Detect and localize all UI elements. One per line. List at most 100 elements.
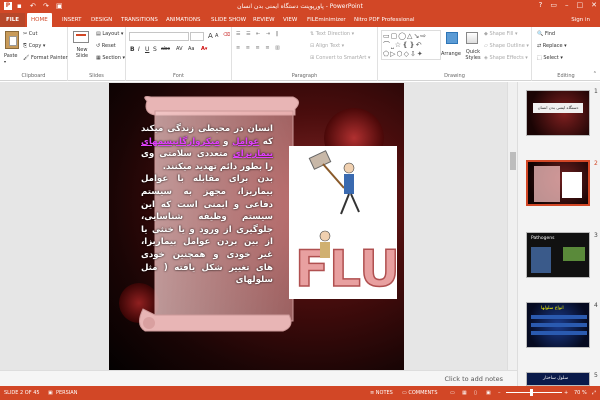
- smartart-label: Convert to SmartArt: [315, 55, 367, 61]
- shadow-button[interactable]: S: [153, 46, 157, 53]
- font-name-select[interactable]: [129, 32, 189, 41]
- italic-button[interactable]: I: [138, 46, 140, 53]
- notes-pane[interactable]: Click to add notes: [0, 370, 517, 386]
- tab-review[interactable]: REVIEW: [249, 13, 279, 27]
- normal-view-icon[interactable]: ▭: [450, 390, 455, 396]
- text-direction-button[interactable]: ⇅ Text Direction ▾: [310, 31, 354, 37]
- slide-counter: SLIDE 2 OF 45: [4, 390, 40, 396]
- comments-label: COMMENTS: [408, 390, 438, 396]
- collapse-ribbon-icon[interactable]: ⌃: [593, 71, 597, 77]
- tab-fileminimizer[interactable]: FILEminimizer: [303, 13, 350, 27]
- shape-outline-button[interactable]: ▱ Shape Outline ▾: [484, 43, 529, 49]
- grow-font-button[interactable]: A: [208, 32, 213, 40]
- slide-thumbnail-5[interactable]: سلول ساختار: [526, 372, 590, 386]
- help-icon[interactable]: ?: [539, 1, 543, 9]
- replace-label: Replace: [542, 43, 563, 49]
- font-color-icon[interactable]: A▾: [201, 46, 207, 52]
- slide-editing-area: FLU انسان در محیطی زندگی میکند که عوامل …: [0, 82, 517, 386]
- thumb-number: 4: [594, 302, 598, 309]
- bold-button[interactable]: B: [130, 46, 135, 53]
- scrollbar-thumb[interactable]: [510, 152, 516, 170]
- flu-cartoon-picture[interactable]: FLU: [289, 146, 401, 299]
- sign-in-link[interactable]: Sign in: [571, 13, 590, 27]
- tab-file[interactable]: FILE: [0, 13, 25, 27]
- paragraph-label: Paragraph: [291, 73, 318, 79]
- copy-label: Copy: [28, 43, 42, 49]
- list-buttons-icon[interactable]: ☰ ☰ ⇤ ⇥ ‖: [236, 31, 280, 37]
- tab-home[interactable]: HOME: [27, 13, 52, 27]
- slide-thumbnail-4[interactable]: انواع سلولها: [526, 302, 590, 348]
- find-label: Find: [544, 31, 556, 37]
- format-painter-button[interactable]: 🖌 Format Painter: [23, 55, 68, 61]
- underline-button[interactable]: U: [145, 46, 149, 53]
- spellcheck-icon[interactable]: ▣: [48, 390, 53, 396]
- shrink-font-button[interactable]: A: [215, 33, 218, 39]
- fit-slide-icon[interactable]: ⤢: [592, 390, 596, 396]
- strikethrough-button[interactable]: abc: [161, 46, 170, 52]
- zoom-slider-thumb[interactable]: [530, 389, 533, 396]
- clear-format-icon[interactable]: ⌫: [223, 32, 230, 38]
- section-label: Section: [102, 55, 121, 61]
- slide-thumbnail-2[interactable]: [526, 160, 590, 206]
- alignment-buttons-icon[interactable]: ≡ ≡ ≡ ≡ ▥: [236, 45, 282, 51]
- current-slide[interactable]: FLU انسان در محیطی زندگی میکند که عوامل …: [109, 83, 404, 383]
- tab-insert[interactable]: INSERT: [58, 13, 85, 27]
- slide-thumbnail-3[interactable]: Pathogens: [526, 232, 590, 278]
- paste-icon[interactable]: [5, 31, 19, 49]
- shapes-gallery[interactable]: ▭▢◯△↘⇨ ⌒⎵☆❴❵↶ ⬠▷⬡◇⇩✦: [381, 30, 441, 60]
- reset-button[interactable]: ↺ Reset: [96, 43, 116, 49]
- reading-view-icon[interactable]: ▯: [474, 390, 477, 396]
- title-bar: P ▪ ↶ ↷ ▣ پاورپوینت دستگاه ایمنی بدن انس…: [0, 0, 600, 13]
- cut-button[interactable]: ✂ Cut: [23, 31, 37, 37]
- zoom-level[interactable]: 70 %: [574, 390, 587, 396]
- slide-sorter-icon[interactable]: ▦: [462, 390, 467, 396]
- tab-design[interactable]: DESIGN: [87, 13, 116, 27]
- thumb-number: 3: [594, 232, 598, 239]
- tab-slide-show[interactable]: SLIDE SHOW: [207, 13, 250, 27]
- tab-animations[interactable]: ANIMATIONS: [162, 13, 205, 27]
- zoom-out-icon[interactable]: –: [498, 390, 501, 396]
- replace-button[interactable]: ⇄ Replace ▾: [537, 43, 567, 49]
- layout-button[interactable]: ▤ Layout ▾: [96, 31, 123, 37]
- paste-button[interactable]: Paste: [4, 53, 18, 59]
- close-icon[interactable]: ✕: [591, 1, 597, 9]
- shape-effects-button[interactable]: ◈ Shape Effects ▾: [484, 55, 528, 61]
- find-button[interactable]: 🔍 Find: [537, 31, 555, 37]
- character-spacing-icon[interactable]: AV: [176, 46, 183, 52]
- change-case-button[interactable]: Aa: [188, 46, 194, 52]
- arrange-icon[interactable]: [446, 32, 458, 44]
- convert-smartart-button[interactable]: ⊞ Convert to SmartArt ▾: [310, 55, 370, 61]
- minimize-icon[interactable]: –: [565, 1, 569, 9]
- new-slide-icon[interactable]: [73, 31, 89, 43]
- vertical-scrollbar[interactable]: [507, 82, 517, 370]
- format-painter-label: Format Painter: [30, 55, 68, 61]
- notes-button[interactable]: ≡ NOTES: [370, 390, 393, 396]
- language-indicator[interactable]: PERSIAN: [56, 390, 77, 396]
- section-button[interactable]: ▦ Section ▾: [96, 55, 125, 61]
- copy-button[interactable]: ⎘ Copy ▾: [23, 43, 45, 49]
- zoom-in-icon[interactable]: +: [564, 390, 568, 396]
- slides-label: Slides: [89, 73, 104, 79]
- slideshow-view-icon[interactable]: ▣: [486, 390, 491, 396]
- tab-transitions[interactable]: TRANSITIONS: [117, 13, 162, 27]
- quick-styles-button[interactable]: Quick Styles: [463, 49, 483, 61]
- arrange-button[interactable]: Arrange: [441, 51, 461, 57]
- font-size-select[interactable]: [190, 32, 204, 41]
- quick-styles-icon[interactable]: [466, 32, 478, 44]
- ribbon-display-icon[interactable]: ▭: [550, 1, 557, 9]
- shape-fill-button[interactable]: ◆ Shape Fill ▾: [484, 31, 517, 37]
- maximize-icon[interactable]: □: [577, 1, 584, 9]
- select-button[interactable]: ⬚ Select ▾: [537, 55, 563, 61]
- align-text-button[interactable]: ⊟ Align Text ▾: [310, 43, 344, 49]
- slide-thumbnail-1[interactable]: دستگاه ایمنی بدن انسان: [526, 90, 590, 136]
- tab-view[interactable]: VIEW: [279, 13, 301, 27]
- slide-thumbnails-panel: 1 دستگاه ایمنی بدن انسان 2 3 Pathogens 4…: [517, 82, 600, 386]
- select-label: Select: [543, 55, 559, 61]
- zoom-slider[interactable]: [506, 389, 562, 396]
- factors-link[interactable]: عوامل: [232, 137, 259, 147]
- tab-nitro-pdf[interactable]: Nitro PDF Professional: [350, 13, 419, 27]
- slide-body-text[interactable]: انسان در محیطی زندگی میکند که عوامل و می…: [141, 123, 273, 381]
- comments-button[interactable]: ▭ COMMENTS: [402, 390, 438, 396]
- new-slide-button[interactable]: New Slide: [71, 47, 93, 59]
- ribbon-tabs: FILE HOME INSERT DESIGN TRANSITIONS ANIM…: [0, 13, 600, 27]
